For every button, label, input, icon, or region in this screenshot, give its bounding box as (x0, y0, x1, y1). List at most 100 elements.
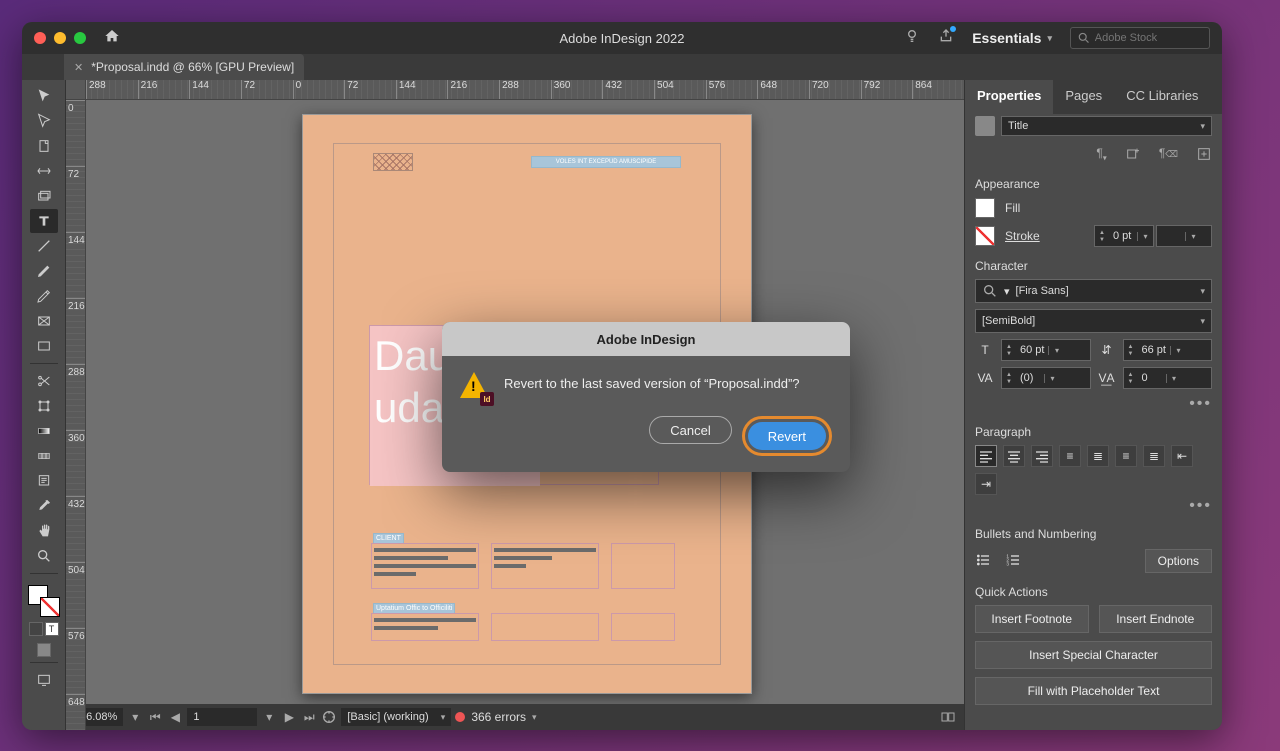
insert-special-char-button[interactable]: Insert Special Character (975, 641, 1212, 669)
preflight-profile-dropdown[interactable]: [Basic] (working)▾ (341, 708, 451, 726)
bullets-options-button[interactable]: Options (1145, 549, 1212, 573)
tab-close-icon[interactable]: ✕ (74, 61, 83, 74)
leading-field[interactable]: ▲▼66 pt▾ (1123, 339, 1213, 361)
close-window-button[interactable] (34, 32, 46, 44)
body-column-2[interactable] (491, 543, 599, 589)
tab-properties[interactable]: Properties (965, 80, 1053, 114)
content-collector-tool[interactable] (30, 184, 58, 208)
note-tool[interactable] (30, 469, 58, 493)
default-fill-stroke-button[interactable] (37, 643, 51, 657)
footer-col-2[interactable] (491, 613, 599, 641)
gap-tool[interactable] (30, 159, 58, 183)
insert-footnote-button[interactable]: Insert Footnote (975, 605, 1089, 633)
stroke-label[interactable]: Stroke (1005, 229, 1040, 243)
pen-tool[interactable] (30, 259, 58, 283)
scissors-tool[interactable] (30, 369, 58, 393)
justify-all-button[interactable]: ≣ (1143, 445, 1165, 467)
align-left-button[interactable] (975, 445, 997, 467)
page-dropdown-icon[interactable]: ▾ (261, 709, 277, 725)
align-towards-spine-button[interactable]: ⇤ (1171, 445, 1193, 467)
zoom-tool[interactable] (30, 544, 58, 568)
justify-left-button[interactable]: ≡ (1059, 445, 1081, 467)
clear-overrides-icon[interactable]: ¶⌫ (1159, 146, 1178, 165)
body-column-1[interactable] (371, 543, 479, 589)
toolbox: T (22, 80, 66, 730)
dialog-title: Adobe InDesign (442, 322, 850, 356)
stroke-style-dropdown[interactable]: ▾ (1156, 225, 1212, 247)
align-center-button[interactable] (1003, 445, 1025, 467)
character-more-icon[interactable]: ••• (975, 395, 1212, 413)
justify-right-button[interactable]: ≡ (1115, 445, 1137, 467)
minimize-window-button[interactable] (54, 32, 66, 44)
image-frame[interactable] (373, 153, 413, 171)
align-away-spine-button[interactable]: ⇥ (975, 473, 997, 495)
apply-color-button[interactable] (29, 622, 43, 636)
font-family-dropdown[interactable]: ▾[Fira Sans]▾ (975, 279, 1212, 303)
open-navigator-button[interactable] (321, 709, 337, 725)
numbered-list-button[interactable]: 123 (1005, 552, 1021, 571)
stroke-swatch[interactable] (975, 226, 995, 246)
align-right-button[interactable] (1031, 445, 1053, 467)
font-style-dropdown[interactable]: [SemiBold]▾ (975, 309, 1212, 333)
fill-swatch[interactable] (975, 198, 995, 218)
tracking-field[interactable]: ▲▼(0)▾ (1001, 367, 1091, 389)
pilcrow-icon[interactable]: ¶▾ (1096, 146, 1106, 165)
gradient-feather-tool[interactable] (30, 444, 58, 468)
type-tool[interactable] (30, 209, 58, 233)
tab-cc-libraries[interactable]: CC Libraries (1114, 80, 1210, 114)
vertical-ruler[interactable]: 072144216288360432504576648720 (66, 100, 86, 730)
eyedropper-tool[interactable] (30, 494, 58, 518)
insert-endnote-button[interactable]: Insert Endnote (1099, 605, 1213, 633)
zoom-dropdown-icon[interactable]: ▾ (127, 709, 143, 725)
body-column-3[interactable] (611, 543, 675, 589)
line-tool[interactable] (30, 234, 58, 258)
kerning-field[interactable]: ▲▼0▾ (1123, 367, 1213, 389)
document-tab[interactable]: ✕ *Proposal.indd @ 66% [GPU Preview] (64, 54, 304, 80)
stock-search-input[interactable] (1095, 32, 1203, 44)
gradient-swatch-tool[interactable] (30, 419, 58, 443)
tab-pages[interactable]: Pages (1053, 80, 1114, 114)
footer-col-1[interactable] (371, 613, 479, 641)
page-tool[interactable] (30, 134, 58, 158)
rectangle-tool[interactable] (30, 334, 58, 358)
apply-text-button[interactable]: T (45, 622, 59, 636)
selection-tool[interactable] (30, 84, 58, 108)
header-text-frame[interactable]: VOLES INT EXCEPUD AMUSCIPIDE (531, 156, 681, 168)
direct-selection-tool[interactable] (30, 109, 58, 133)
tracking-icon: VA (975, 371, 995, 385)
bulleted-list-button[interactable] (975, 552, 991, 571)
font-size-field[interactable]: ▲▼60 pt▾ (1001, 339, 1091, 361)
justify-center-button[interactable]: ≣ (1087, 445, 1109, 467)
adobe-stock-search[interactable] (1070, 27, 1210, 49)
text-style-dropdown[interactable]: Title▾ (1001, 116, 1212, 136)
first-page-button[interactable]: ⏮ (147, 709, 163, 725)
fill-placeholder-button[interactable]: Fill with Placeholder Text (975, 677, 1212, 705)
add-style-icon[interactable] (1196, 146, 1212, 165)
rectangle-frame-tool[interactable] (30, 309, 58, 333)
home-icon[interactable] (104, 28, 120, 49)
pencil-tool[interactable] (30, 284, 58, 308)
ruler-origin[interactable] (66, 80, 86, 100)
new-paragraph-style-icon[interactable] (1125, 146, 1141, 165)
stroke-weight-field[interactable]: ▲▼0 pt▾ (1094, 225, 1154, 247)
bulb-icon[interactable] (904, 28, 920, 49)
revert-button[interactable]: Revert (748, 422, 826, 450)
next-page-button[interactable]: ▶ (281, 709, 297, 725)
split-view-button[interactable] (940, 709, 956, 725)
workspace-switcher[interactable]: Essentials▾ (972, 30, 1052, 46)
search-icon (982, 283, 998, 299)
horizontal-ruler[interactable]: 2882161447207214421628836043250457664872… (86, 80, 964, 100)
hand-tool[interactable] (30, 519, 58, 543)
fill-stroke-swatches[interactable] (28, 585, 60, 617)
maximize-window-button[interactable] (74, 32, 86, 44)
last-page-button[interactable]: ⏭ (301, 709, 317, 725)
screen-mode-button[interactable] (30, 668, 58, 692)
footer-col-3[interactable] (611, 613, 675, 641)
page-number-field[interactable]: 1 (187, 708, 257, 726)
free-transform-tool[interactable] (30, 394, 58, 418)
share-icon[interactable] (938, 28, 954, 49)
cancel-button[interactable]: Cancel (649, 416, 731, 444)
paragraph-more-icon[interactable]: ••• (975, 497, 1212, 515)
prev-page-button[interactable]: ◀ (167, 709, 183, 725)
preflight-errors[interactable]: 366 errors▾ (455, 710, 536, 724)
